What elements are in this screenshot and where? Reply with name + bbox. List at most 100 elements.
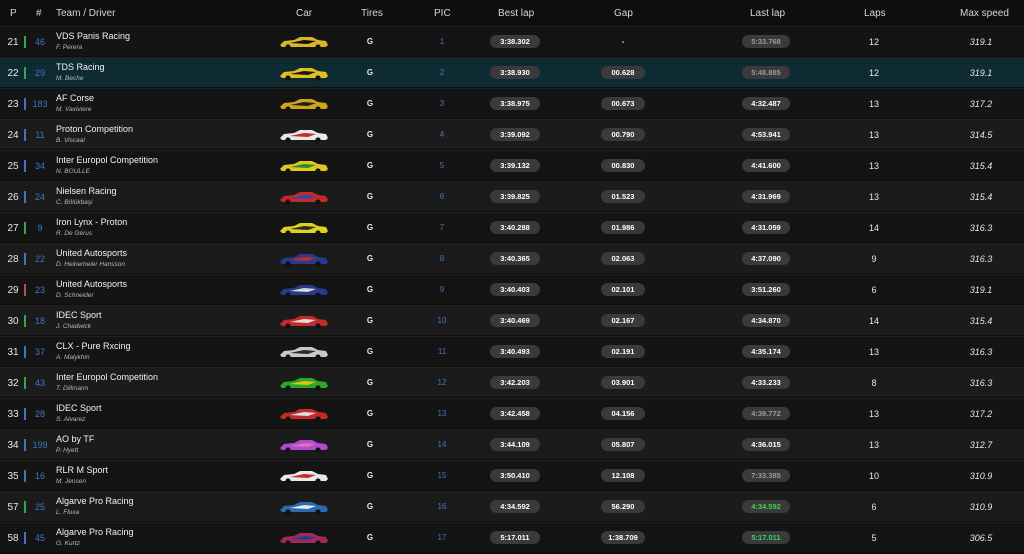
header-laps[interactable]: Laps [864, 8, 886, 19]
table-row[interactable]: 21 46 VDS Panis Racing F. Perera G 1 3:38.302 -… [0, 26, 1024, 56]
team-name[interactable]: AO by TF [56, 434, 94, 444]
class-indicator-bar [24, 408, 26, 420]
header-p[interactable]: P [10, 8, 17, 19]
team-name[interactable]: United Autosports [56, 248, 127, 258]
team-name[interactable]: Algarve Pro Racing [56, 496, 134, 506]
car-number[interactable]: 24 [28, 192, 52, 202]
header-gap[interactable]: Gap [614, 8, 633, 19]
car-number[interactable]: 29 [28, 68, 52, 78]
car-number[interactable]: 37 [28, 347, 52, 357]
best-lap: 3:44.109 [490, 438, 540, 451]
team-name[interactable]: Iron Lynx - Proton [56, 217, 127, 227]
gap: 05.807 [601, 438, 645, 451]
position: 25 [7, 161, 19, 172]
table-row[interactable]: 28 22 United Autosports D. Heinemeier Hanss… [0, 243, 1024, 273]
table-row[interactable]: 30 18 IDEC Sport J. Chadwick G 10 3:40.469 02.1… [0, 305, 1024, 335]
car-number[interactable]: 25 [28, 502, 52, 512]
table-row[interactable]: 31 37 CLX - Pure Rxcing A. Malykhin G 11 3:40.… [0, 336, 1024, 366]
best-lap: 3:50.410 [490, 469, 540, 482]
gap: 00.790 [601, 128, 645, 141]
header-car[interactable]: Car [296, 8, 312, 19]
car-number[interactable]: 46 [28, 37, 52, 47]
table-row[interactable]: 58 45 Algarve Pro Racing G. Kurtz G 17 5:17.01… [0, 522, 1024, 552]
driver-name: N. BOULLE [56, 168, 90, 175]
table-row[interactable]: 34 199 AO by TF P. Hyett G 14 3:44.109 05.807 4:… [0, 429, 1024, 459]
team-name[interactable]: TDS Racing [56, 62, 105, 72]
max-speed: 312.7 [969, 440, 993, 450]
table-row[interactable]: 27 9 Iron Lynx - Proton R. De Gérus G 7 3:40.2… [0, 212, 1024, 242]
car-number[interactable]: 45 [28, 533, 52, 543]
team-name[interactable]: VDS Panis Racing [56, 31, 130, 41]
team-name[interactable]: CLX - Pure Rxcing [56, 341, 131, 351]
header-team-driver[interactable]: Team / Driver [56, 8, 115, 19]
table-row[interactable]: 24 11 Proton Competition B. Viscaal G 4 3:39.0… [0, 119, 1024, 149]
car-number[interactable]: 199 [28, 440, 52, 450]
team-name[interactable]: United Autosports [56, 279, 127, 289]
team-name[interactable]: Inter Europol Competition [56, 372, 158, 382]
team-name[interactable]: Proton Competition [56, 124, 133, 134]
position-in-class: 1 [439, 37, 445, 46]
car-number[interactable]: 23 [28, 285, 52, 295]
car-number[interactable]: 11 [28, 130, 52, 140]
table-row[interactable]: 23 183 AF Corse M. Vaxiviere G 3 3:38.975 00.67… [0, 88, 1024, 118]
table-row[interactable]: 25 34 Inter Europol Competition N. BOULLE G 5… [0, 150, 1024, 180]
max-speed: 315.4 [969, 316, 993, 326]
class-indicator-bar [24, 129, 26, 141]
max-speed: 319.1 [969, 285, 993, 295]
position: 26 [7, 192, 19, 203]
header-tires[interactable]: Tires [361, 8, 383, 19]
tire-compound: G [366, 471, 374, 480]
car-number[interactable]: 18 [28, 316, 52, 326]
table-row[interactable]: 57 25 Algarve Pro Racing L. Fluxa G 16 4:34.59… [0, 491, 1024, 521]
car-number[interactable]: 22 [28, 254, 52, 264]
tire-compound: G [366, 285, 374, 294]
max-speed: 316.3 [969, 223, 993, 233]
team-name[interactable]: Inter Europol Competition [56, 155, 158, 165]
table-row[interactable]: 32 43 Inter Europol Competition T. Dillmann… [0, 367, 1024, 397]
best-lap: 3:40.403 [490, 283, 540, 296]
gap: 02.191 [601, 345, 645, 358]
table-row[interactable]: 22 29 TDS Racing M. Beche G 2 3:38.930 00.628 5:… [0, 57, 1024, 87]
best-lap: 4:34.592 [490, 500, 540, 513]
team-name[interactable]: IDEC Sport [56, 310, 102, 320]
best-lap: 3:39.092 [490, 128, 540, 141]
team-name[interactable]: AF Corse [56, 93, 94, 103]
team-name[interactable]: RLR M Sport [56, 465, 108, 475]
car-livery-icon [278, 499, 330, 515]
team-name[interactable]: IDEC Sport [56, 403, 102, 413]
car-number[interactable]: 43 [28, 378, 52, 388]
class-indicator-bar [24, 532, 26, 544]
position-in-class: 16 [437, 502, 447, 511]
position: 32 [7, 378, 19, 389]
table-row[interactable]: 29 23 United Autosports D. Schneider G 9 3:40.… [0, 274, 1024, 304]
car-livery-icon [278, 406, 330, 422]
last-lap: 5:17.011 [742, 531, 790, 544]
tire-compound: G [366, 192, 374, 201]
table-row[interactable]: 26 24 Nielsen Racing C. Bölükbaşi G 6 3:39.825… [0, 181, 1024, 211]
header-best-lap[interactable]: Best lap [498, 8, 534, 19]
laps: 14 [868, 316, 879, 326]
team-name[interactable]: Algarve Pro Racing [56, 527, 134, 537]
position: 57 [7, 502, 19, 513]
position-in-class: 3 [439, 99, 445, 108]
best-lap: 3:38.975 [490, 97, 540, 110]
driver-name: M. Vaxiviere [56, 106, 92, 113]
laps: 14 [868, 223, 879, 233]
car-livery-icon [278, 344, 330, 360]
table-row[interactable]: 35 16 RLR M Sport M. Jensen G 15 3:50.410 12.10… [0, 460, 1024, 490]
car-number[interactable]: 183 [28, 99, 52, 109]
header-num[interactable]: # [36, 8, 42, 19]
header-max-speed[interactable]: Max speed [960, 8, 1009, 19]
car-number[interactable]: 34 [28, 161, 52, 171]
table-row[interactable]: 33 28 IDEC Sport S. Alvarez G 13 3:42.458 04.15… [0, 398, 1024, 428]
header-last-lap[interactable]: Last lap [750, 8, 785, 19]
laps: 5 [871, 533, 877, 543]
position-in-class: 10 [437, 316, 447, 325]
car-number[interactable]: 28 [28, 409, 52, 419]
car-number[interactable]: 16 [28, 471, 52, 481]
car-number[interactable]: 9 [28, 223, 52, 233]
header-pic[interactable]: PIC [434, 8, 451, 19]
team-name[interactable]: Nielsen Racing [56, 186, 117, 196]
position-in-class: 7 [439, 223, 445, 232]
class-indicator-bar [24, 191, 26, 203]
